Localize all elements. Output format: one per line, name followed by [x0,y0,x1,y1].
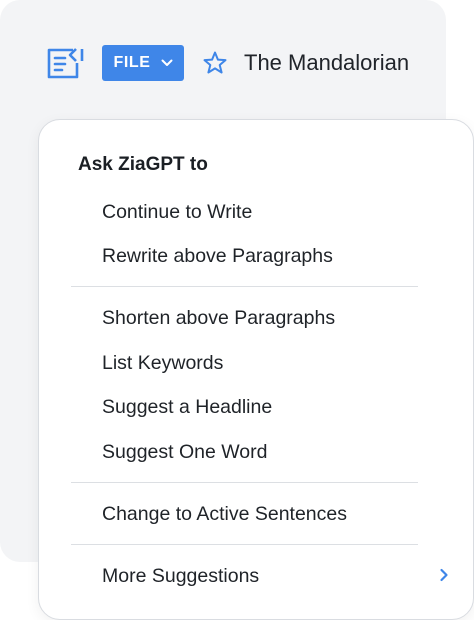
ziagpt-menu: Ask ZiaGPT to Continue to Write Rewrite … [38,119,474,620]
menu-item-change-to-active-sentences[interactable]: Change to Active Sentences [71,495,441,533]
menu-item-label: Change to Active Sentences [102,502,347,525]
menu-item-list-keywords[interactable]: List Keywords [71,344,441,382]
menu-item-label: Continue to Write [102,200,253,223]
chevron-down-icon [161,59,173,67]
menu-item-continue-to-write[interactable]: Continue to Write [71,193,441,231]
menu-heading: Ask ZiaGPT to [78,154,208,175]
menu-divider [71,286,418,287]
menu-item-label: List Keywords [102,351,224,374]
menu-divider [71,482,418,483]
menu-item-label: Suggest a Headline [102,395,273,418]
star-outline-icon[interactable] [202,50,228,76]
menu-item-label: Suggest One Word [102,440,268,463]
menu-item-label: Shorten above Paragraphs [102,306,336,329]
document-toolbar: FILE The Mandalorian [46,44,409,82]
menu-divider [71,544,418,545]
chevron-right-icon [439,568,449,582]
file-menu-button[interactable]: FILE [102,45,184,81]
menu-item-suggest-one-word[interactable]: Suggest One Word [71,433,441,471]
file-button-label: FILE [113,54,151,71]
menu-item-label: Rewrite above Paragraphs [102,244,333,267]
menu-item-shorten-above-paragraphs[interactable]: Shorten above Paragraphs [71,299,441,337]
document-edit-icon[interactable] [46,45,84,81]
document-title: The Mandalorian [244,50,410,75]
menu-item-rewrite-above-paragraphs[interactable]: Rewrite above Paragraphs [71,237,441,275]
menu-item-suggest-a-headline[interactable]: Suggest a Headline [71,388,441,426]
menu-item-label: More Suggestions [102,564,260,587]
menu-item-more-suggestions[interactable]: More Suggestions [71,557,448,595]
